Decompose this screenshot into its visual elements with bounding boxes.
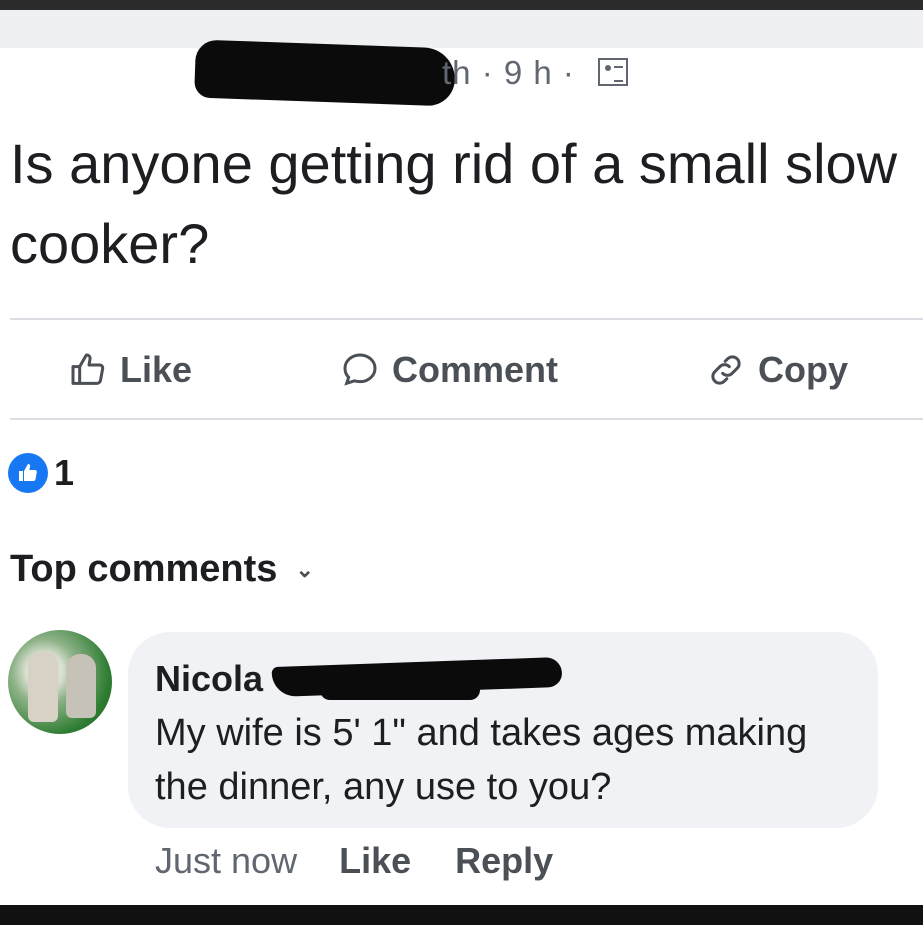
like-button[interactable]: Like — [68, 338, 192, 402]
copy-label: Copy — [758, 349, 848, 390]
members-icon — [598, 58, 628, 86]
top-comments-label: Top comments — [10, 548, 278, 590]
avatar-figure — [66, 654, 96, 718]
author-fragment: th — [442, 54, 472, 91]
post-time[interactable]: · 9 h · — [482, 54, 575, 91]
header-strip — [0, 10, 923, 48]
reaction-summary[interactable]: 1 — [8, 452, 74, 494]
redacted-commenter-surname — [320, 680, 480, 700]
comment-button[interactable]: Comment — [340, 338, 558, 402]
divider-bottom — [10, 418, 923, 420]
copy-button[interactable]: Copy — [706, 338, 848, 402]
like-reaction-icon — [8, 453, 48, 493]
window-bottom-bar — [0, 905, 923, 925]
avatar[interactable] — [8, 630, 112, 734]
window-top-bar — [0, 0, 923, 10]
comment-text: My wife is 5' 1" and takes ages making t… — [155, 712, 808, 808]
divider-top — [10, 318, 923, 320]
comment-label: Comment — [392, 349, 559, 390]
comment-reply-button[interactable]: Reply — [455, 840, 553, 882]
comment-like-button[interactable]: Like — [339, 840, 411, 882]
comment-time[interactable]: Just now — [155, 840, 297, 882]
redacted-author-name — [194, 39, 456, 107]
speech-bubble-icon — [343, 353, 377, 386]
post-action-bar: Like Comment Copy — [0, 338, 923, 402]
thumbs-up-icon — [71, 353, 105, 385]
comment-actions: Just now Like Reply — [155, 840, 597, 882]
like-label: Like — [120, 349, 193, 390]
post-meta: th · 9 h · — [442, 54, 575, 92]
avatar-figure — [28, 652, 58, 722]
post-text: Is anyone getting rid of a small slow co… — [10, 132, 898, 275]
chevron-down-icon: ⌄ — [295, 556, 314, 582]
reaction-count: 1 — [54, 452, 75, 493]
top-comments-filter[interactable]: Top comments ⌄ — [10, 548, 314, 591]
commenter-name[interactable]: Nicola — [155, 658, 263, 700]
link-icon — [711, 355, 741, 385]
